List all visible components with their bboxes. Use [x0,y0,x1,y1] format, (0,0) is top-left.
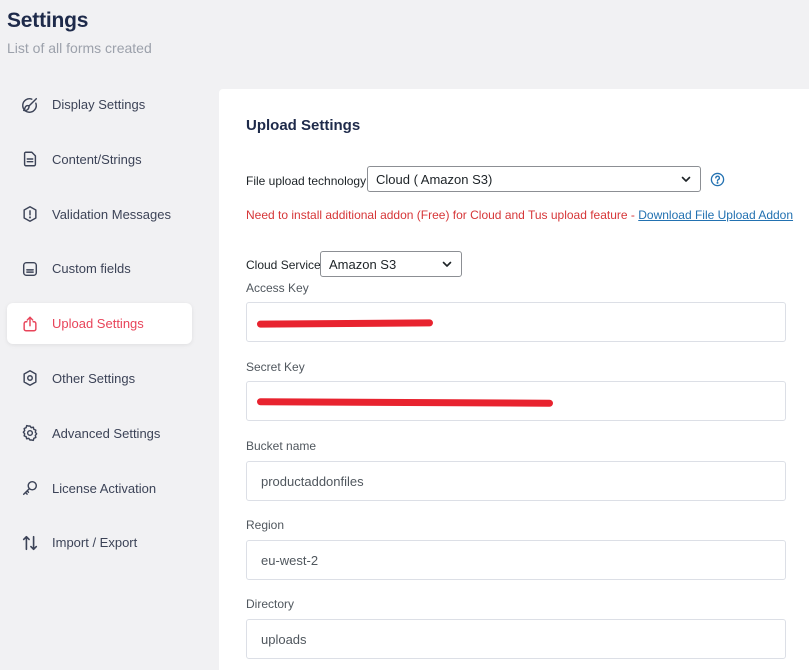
page-title: Settings [7,9,89,32]
document-icon [20,149,40,169]
sidebar-item-validation-messages[interactable]: Validation Messages [7,194,192,235]
page-subtitle: List of all forms created [7,40,152,56]
sidebar-item-label: Other Settings [52,370,136,386]
secret-key-input[interactable] [246,381,786,421]
sidebar-item-upload-settings[interactable]: Upload Settings [7,303,192,345]
sidebar-item-display-settings[interactable]: Display Settings [7,84,192,125]
sidebar-item-label: Upload Settings [52,316,144,332]
chevron-down-icon [442,261,452,267]
region-value: eu-west-2 [261,552,319,568]
sidebar-item-label: License Activation [52,480,157,496]
directory-label: Directory [246,597,295,611]
sidebar-item-label: Content/Strings [52,151,142,167]
panel-title: Upload Settings [246,117,361,134]
cloud-service-select[interactable]: Amazon S3 [320,251,462,277]
alert-icon [20,204,40,224]
sidebar-item-content-strings[interactable]: Content/Strings [7,139,192,180]
directory-value: uploads [261,631,307,647]
region-label: Region [246,518,285,532]
secret-key-label: Secret Key [246,360,305,374]
sidebar-item-import-export[interactable]: Import / Export [7,522,192,563]
addon-notice-text: Need to install additional addon (Free) … [246,208,639,222]
redaction-mark [256,319,434,328]
sidebar-item-other-settings[interactable]: Other Settings [7,358,192,399]
chevron-down-icon [681,176,691,182]
sidebar-item-label: Validation Messages [52,206,171,222]
brush-icon [20,95,40,115]
key-icon [20,478,40,498]
sidebar-item-label: Advanced Settings [52,425,161,441]
hexagon-icon [20,368,40,388]
directory-input[interactable]: uploads [246,619,786,659]
arrows-updown-icon [20,533,40,553]
settings-sidebar: Display Settings Content/Strings Validat… [7,84,192,577]
region-input[interactable]: eu-west-2 [246,540,786,580]
sidebar-item-label: Import / Export [52,535,138,551]
sidebar-item-license-activation[interactable]: License Activation [7,468,192,509]
bucket-name-label: Bucket name [246,439,317,453]
upload-tech-select[interactable]: Cloud ( Amazon S3) [367,166,701,192]
cloud-service-value: Amazon S3 [329,256,397,272]
card-icon [20,259,40,279]
upload-tech-value: Cloud ( Amazon S3) [376,171,493,187]
bucket-name-value: productaddonfiles [261,473,364,489]
access-key-label: Access Key [246,281,309,295]
sidebar-item-custom-fields[interactable]: Custom fields [7,248,192,289]
download-addon-link[interactable]: Download File Upload Addon [638,208,793,222]
sidebar-item-label: Custom fields [52,261,131,277]
gear-icon [20,423,40,443]
cloud-service-label: Cloud Service [246,258,321,272]
sidebar-item-label: Display Settings [52,97,146,112]
upload-settings-panel: Upload Settings File upload technology C… [219,89,809,670]
bucket-name-input[interactable]: productaddonfiles [246,461,786,501]
access-key-input[interactable] [246,302,786,342]
upload-tech-label: File upload technology [246,174,367,188]
help-icon[interactable] [710,172,725,187]
upload-icon [20,314,40,334]
redaction-mark [256,398,554,407]
addon-notice: Need to install additional addon (Free) … [246,208,793,222]
sidebar-item-advanced-settings[interactable]: Advanced Settings [7,413,192,454]
